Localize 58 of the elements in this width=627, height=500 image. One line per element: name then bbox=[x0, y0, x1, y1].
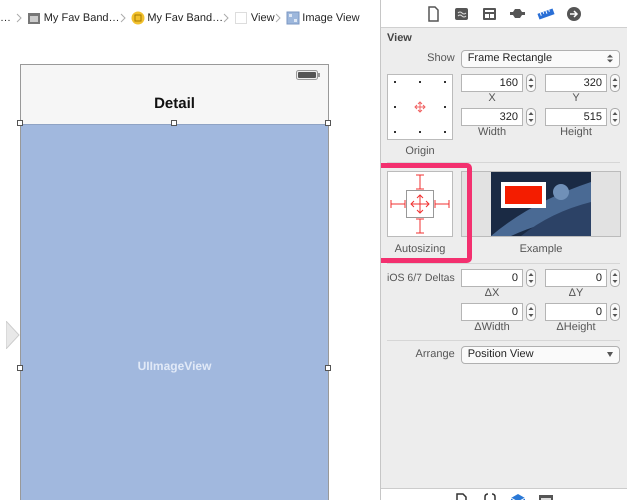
image-view-icon bbox=[286, 11, 300, 25]
navigation-title: Detail bbox=[154, 94, 195, 114]
example-label: Example bbox=[518, 242, 564, 256]
field-caption: ΔHeight bbox=[555, 320, 597, 334]
dropdown-select[interactable]: Frame Rectangle bbox=[460, 50, 620, 68]
autosizing-control[interactable] bbox=[387, 170, 453, 236]
chevron-icon bbox=[16, 13, 22, 23]
chevron-icon bbox=[120, 13, 126, 23]
stepper-control[interactable] bbox=[526, 108, 536, 126]
field-label: iOS 6/7 Deltas bbox=[387, 270, 453, 286]
number-field[interactable]: 320 bbox=[545, 74, 607, 92]
number-field[interactable]: 0 bbox=[461, 302, 523, 320]
battery-icon bbox=[296, 70, 320, 80]
view-controller-icon bbox=[130, 11, 145, 25]
field-caption: ΔX bbox=[484, 286, 500, 300]
origin-label: Origin bbox=[404, 144, 436, 158]
stepper-arrows-icon bbox=[607, 54, 613, 63]
number-field[interactable]: 0 bbox=[545, 268, 607, 286]
breadcrumb-item[interactable]: My Fav Band… bbox=[27, 10, 120, 26]
number-field[interactable]: 0 bbox=[545, 302, 607, 320]
field-caption: X bbox=[487, 92, 497, 104]
connections-icon[interactable] bbox=[565, 4, 583, 22]
dropdown-select[interactable]: Position View bbox=[460, 346, 620, 364]
chevron-icon bbox=[223, 13, 230, 23]
field-caption: Width bbox=[476, 126, 508, 138]
stepper-control[interactable] bbox=[526, 74, 536, 92]
breadcrumb-item[interactable]: … bbox=[0, 10, 11, 26]
field-caption: ΔWidth bbox=[473, 320, 511, 334]
field-caption: Y bbox=[571, 92, 581, 104]
resize-handle[interactable] bbox=[17, 120, 23, 126]
segue-arrow-icon bbox=[6, 321, 20, 349]
number-field[interactable]: 515 bbox=[545, 108, 607, 126]
stepper-control[interactable] bbox=[610, 302, 620, 320]
dropdown-arrow-icon bbox=[607, 350, 613, 359]
field-label: Arrange bbox=[414, 347, 456, 362]
number-field[interactable]: 0 bbox=[461, 268, 523, 286]
field-caption: ΔY bbox=[568, 286, 584, 300]
section-title: View bbox=[387, 31, 413, 46]
autosizing-label: Autosizing bbox=[394, 242, 446, 256]
resize-handle[interactable] bbox=[325, 365, 331, 371]
breadcrumb-item[interactable]: View bbox=[234, 10, 275, 26]
number-field[interactable]: 320 bbox=[461, 108, 523, 126]
image-view-label: UIImageView bbox=[138, 358, 212, 375]
number-field[interactable]: 160 bbox=[461, 74, 523, 92]
stepper-control[interactable] bbox=[526, 268, 536, 286]
breadcrumb-item[interactable]: Image View bbox=[286, 10, 360, 26]
resize-handle[interactable] bbox=[171, 120, 177, 126]
resize-handle[interactable] bbox=[325, 120, 331, 126]
stepper-control[interactable] bbox=[610, 268, 620, 286]
stepper-control[interactable] bbox=[610, 108, 620, 126]
stepper-control[interactable] bbox=[610, 74, 620, 92]
resize-handle[interactable] bbox=[17, 365, 23, 371]
field-label: Show bbox=[426, 51, 456, 66]
chevron-icon bbox=[274, 13, 281, 23]
breadcrumb-item[interactable]: My Fav Band… bbox=[130, 10, 224, 26]
field-caption: Height bbox=[559, 126, 593, 138]
stepper-control[interactable] bbox=[526, 302, 536, 320]
storyboard-icon bbox=[27, 11, 41, 25]
